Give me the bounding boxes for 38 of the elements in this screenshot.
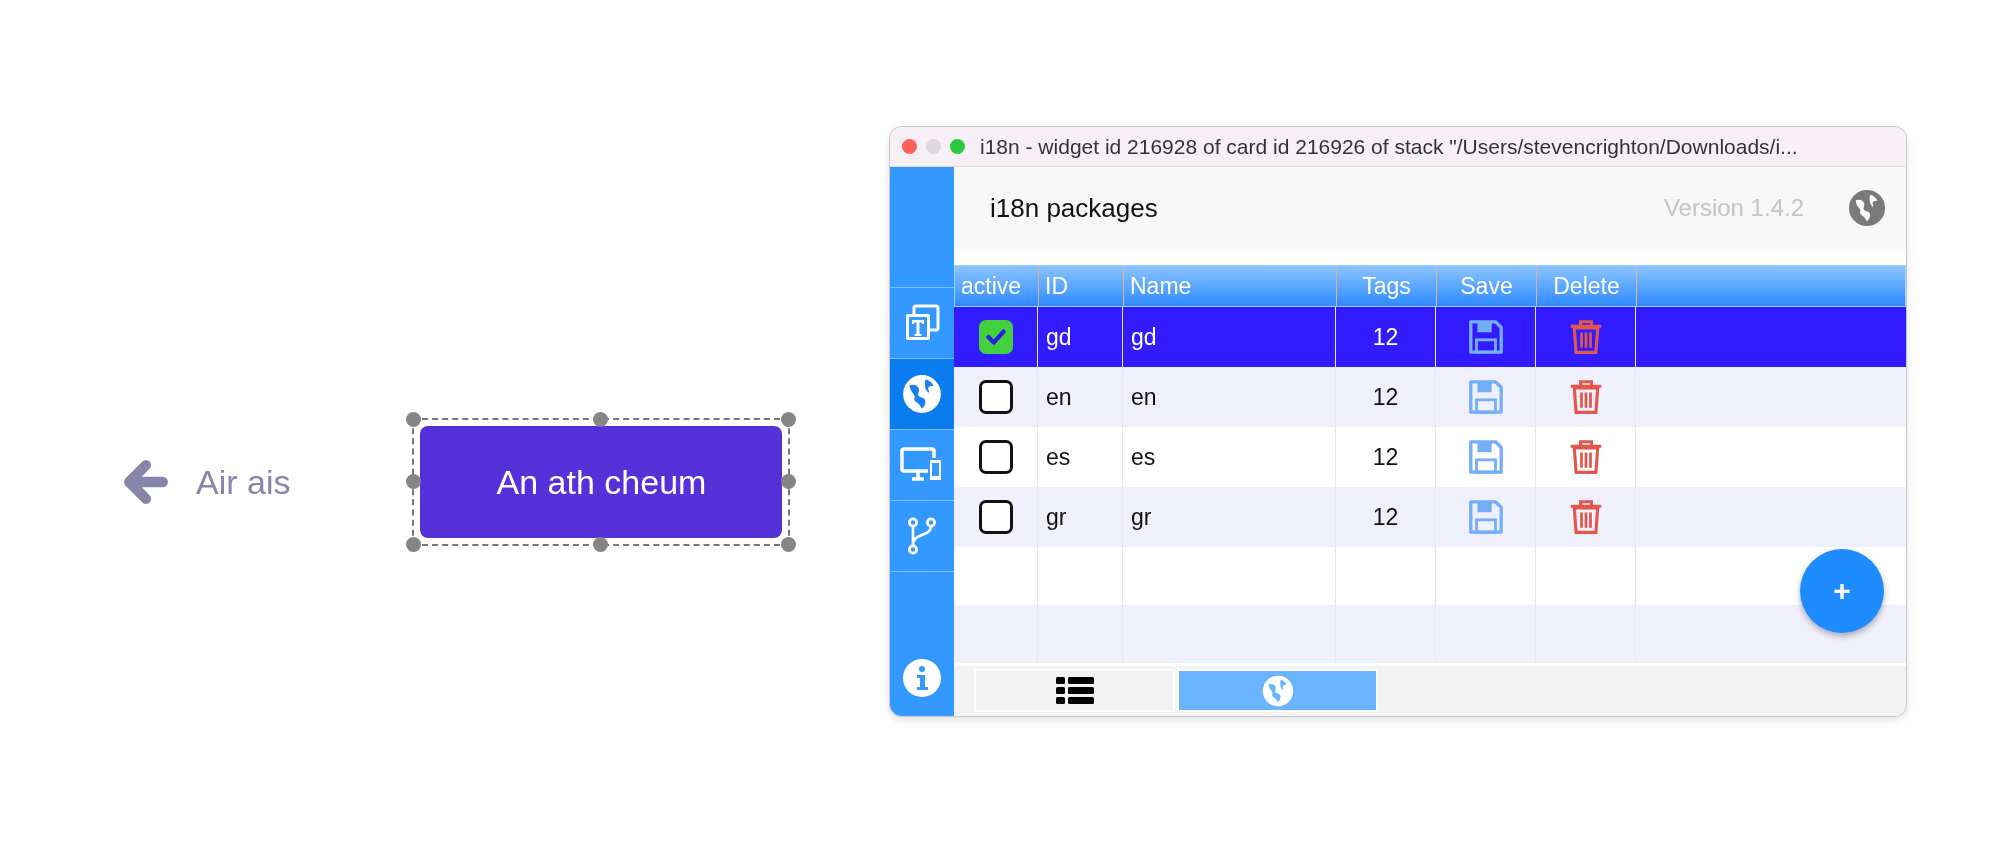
table-row[interactable]: en en 12 — [954, 367, 1906, 427]
sidebar-item[interactable] — [890, 359, 954, 430]
save-icon[interactable] — [1466, 318, 1505, 356]
bottom-tab[interactable] — [974, 669, 1175, 712]
list-icon — [1054, 675, 1095, 706]
checkbox[interactable] — [978, 380, 1013, 414]
resize-handle[interactable] — [406, 412, 422, 427]
globe-icon — [1261, 674, 1294, 707]
resize-handle[interactable] — [593, 412, 609, 427]
back-link[interactable]: Air ais — [196, 462, 291, 502]
resize-handle[interactable] — [406, 474, 422, 489]
globe-icon[interactable] — [1848, 189, 1886, 227]
column-header[interactable]: active — [955, 266, 1039, 306]
zoom-button[interactable] — [950, 139, 965, 154]
column-header[interactable]: Name — [1124, 266, 1337, 306]
resize-handle[interactable] — [781, 474, 797, 489]
checkbox[interactable] — [978, 320, 1013, 354]
save-icon[interactable] — [1466, 498, 1505, 536]
window-title: i18n - widget id 216928 of card id 216926 of stack "/Users/stevencrighton/Downloads/i... — [980, 134, 1798, 159]
column-header[interactable]: Save — [1437, 266, 1537, 306]
resize-handle[interactable] — [406, 537, 422, 552]
checkbox[interactable] — [978, 440, 1013, 474]
resize-handle[interactable] — [593, 537, 609, 552]
column-header[interactable]: Tags — [1337, 266, 1437, 306]
table-row[interactable]: gr gr 12 — [954, 487, 1906, 547]
header-title: i18n packages — [990, 192, 1159, 224]
column-header[interactable]: ID — [1039, 266, 1124, 306]
info-icon[interactable] — [902, 658, 942, 698]
canvas-button[interactable]: An ath cheum — [420, 426, 783, 538]
column-header[interactable]: Delete — [1537, 266, 1637, 306]
save-icon[interactable] — [1466, 378, 1505, 416]
resize-handle[interactable] — [781, 537, 797, 552]
table-row[interactable]: gd gd 12 — [954, 307, 1906, 367]
checkbox[interactable] — [978, 500, 1013, 534]
globe-icon — [901, 373, 943, 415]
close-button[interactable] — [902, 139, 917, 154]
save-icon[interactable] — [1466, 438, 1505, 476]
resize-handle[interactable] — [781, 412, 797, 427]
